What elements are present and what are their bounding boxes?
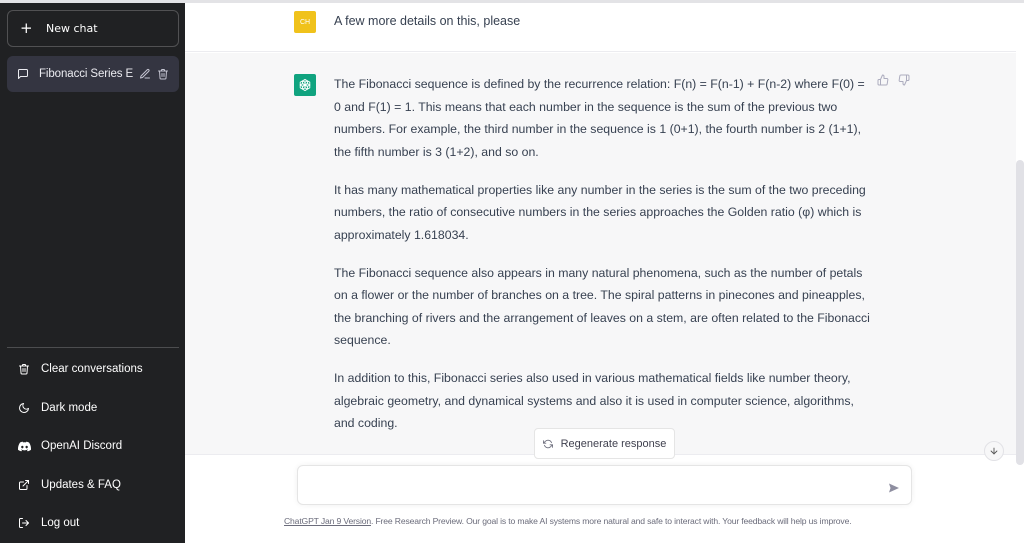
new-chat-button[interactable]: + New chat	[7, 10, 179, 47]
external-link-icon	[17, 479, 31, 491]
conversation-item[interactable]: Fibonacci Series Ex	[7, 56, 179, 92]
assistant-message: The Fibonacci sequence is defined by the…	[185, 53, 1016, 455]
version-link[interactable]: ChatGPT Jan 9 Version	[284, 516, 371, 526]
composer	[297, 465, 912, 505]
user-message: CH A few more details on this, please	[185, 3, 1016, 52]
regenerate-label: Regenerate response	[560, 437, 667, 450]
assistant-paragraph: In addition to this, Fibonacci series al…	[334, 371, 854, 430]
sidebar: + New chat Fibonacci Series Ex Clear con…	[0, 3, 185, 543]
arrow-down-icon	[990, 447, 998, 455]
user-message-text: A few more details on this, please	[334, 14, 521, 28]
assistant-paragraph: The Fibonacci sequence also appears in m…	[334, 265, 870, 348]
conversation-title: Fibonacci Series Ex	[39, 68, 133, 80]
thumbs-up-icon[interactable]	[877, 74, 889, 86]
message-input[interactable]	[308, 466, 868, 504]
edit-pencil-icon[interactable]	[139, 68, 151, 80]
footer-text: . Free Research Preview. Our goal is to …	[370, 516, 852, 526]
log-out-button[interactable]: Log out	[7, 504, 179, 543]
openai-discord-link[interactable]: OpenAI Discord	[7, 427, 179, 466]
plus-icon: +	[20, 19, 33, 37]
scroll-to-bottom-button[interactable]	[984, 441, 1004, 461]
menu-label: Log out	[41, 517, 80, 530]
refresh-icon	[542, 439, 553, 449]
sidebar-divider	[7, 347, 179, 348]
menu-label: Updates & FAQ	[41, 478, 121, 491]
logout-icon	[17, 517, 31, 529]
delete-trash-icon[interactable]	[157, 68, 169, 80]
updates-faq-link[interactable]: Updates & FAQ	[7, 466, 179, 505]
clear-conversations-button[interactable]: Clear conversations	[7, 350, 179, 389]
feedback-buttons	[877, 74, 910, 86]
menu-label: OpenAI Discord	[41, 440, 123, 453]
chat-main: CH A few more details on this, please Th…	[185, 3, 1024, 543]
menu-label: Dark mode	[41, 401, 98, 414]
openai-logo-icon	[299, 78, 311, 92]
scrollbar-thumb[interactable]	[1016, 160, 1024, 465]
assistant-paragraph: The Fibonacci sequence is defined by the…	[334, 77, 865, 159]
chat-bubble-icon	[17, 68, 29, 80]
user-avatar: CH	[294, 11, 316, 33]
send-button[interactable]	[888, 479, 900, 498]
assistant-avatar	[294, 74, 316, 96]
new-chat-label: New chat	[46, 22, 98, 35]
assistant-paragraph: It has many mathematical properties like…	[334, 182, 866, 242]
assistant-message-text: The Fibonacci sequence is defined by the…	[334, 73, 874, 450]
thumbs-down-icon[interactable]	[898, 74, 910, 86]
trash-icon	[17, 363, 31, 375]
moon-icon	[17, 402, 31, 414]
send-arrow-icon	[889, 483, 899, 493]
regenerate-response-button[interactable]: Regenerate response	[534, 428, 675, 459]
discord-icon	[17, 441, 31, 452]
window-top-border	[0, 0, 1024, 3]
footer-disclaimer: ChatGPT Jan 9 Version. Free Research Pre…	[284, 516, 852, 526]
dark-mode-button[interactable]: Dark mode	[7, 389, 179, 428]
sidebar-menu: Clear conversations Dark mode OpenAI Dis…	[7, 350, 179, 543]
menu-label: Clear conversations	[41, 363, 143, 376]
